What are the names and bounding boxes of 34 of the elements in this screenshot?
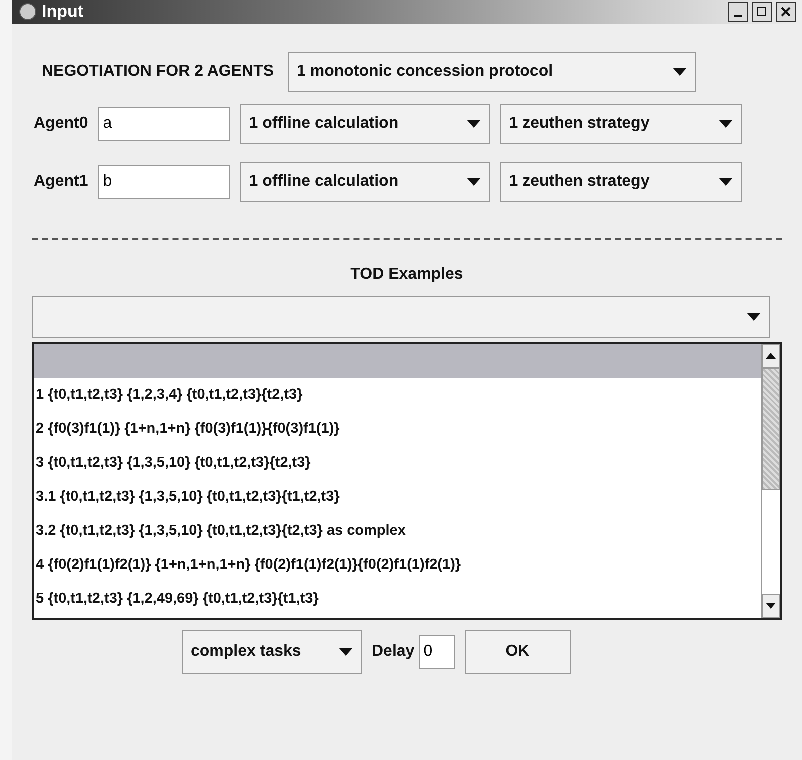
app-icon [18,2,38,22]
window-title: Input [42,2,85,22]
caret-icon [339,648,353,656]
ok-button[interactable]: OK [464,630,571,674]
scrollbar[interactable] [761,344,780,618]
minimize-button[interactable] [728,2,748,22]
caret-icon [747,313,761,321]
examples-dropdown[interactable] [32,296,770,338]
close-button[interactable] [776,2,796,22]
scroll-down-icon [766,603,776,609]
examples-title: TOD Examples [350,266,464,284]
delay-label: Delay [372,643,415,661]
minimize-icon [734,15,742,17]
delay-field[interactable]: 0 [418,635,455,669]
caret-icon [719,120,734,128]
agent-label: Agent1 [34,173,88,191]
strategy-dropdown[interactable]: 1 zeuthen strategy [500,162,742,202]
caret-icon [467,178,482,186]
scroll-up-icon [766,353,776,359]
calculation-dropdown[interactable]: 1 offline calculation [240,162,490,202]
maximize-icon [757,7,767,17]
maximize-button[interactable] [752,2,772,22]
close-icon [781,7,791,17]
agent-name-field[interactable]: b [98,165,230,199]
task-type-dropdown[interactable]: complex tasks [182,630,362,674]
protocol-dropdown[interactable]: 1 monotonic concession protocol [288,52,696,92]
calculation-dropdown[interactable]: 1 offline calculation [240,104,490,144]
caret-icon [719,178,734,186]
agent-name-field[interactable]: a [98,107,230,141]
strategy-dropdown[interactable]: 1 zeuthen strategy [500,104,742,144]
negotiation-label: NEGOTIATION FOR 2 AGENTS [42,63,274,81]
agent-label: Agent0 [34,115,88,133]
caret-icon [467,120,482,128]
caret-icon [673,68,688,76]
